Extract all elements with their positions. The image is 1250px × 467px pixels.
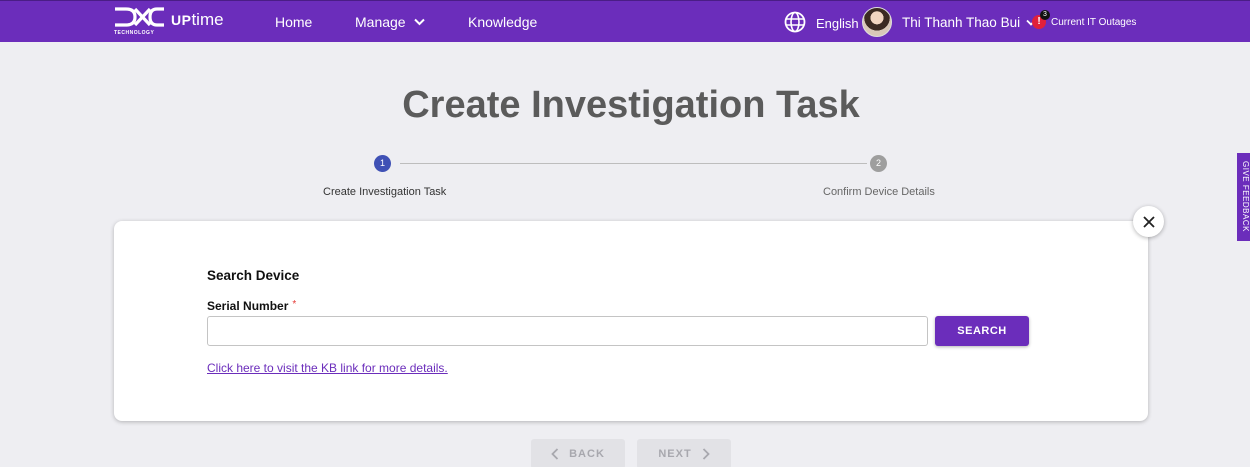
alert-count-badge: 3 (1040, 10, 1050, 20)
user-name: Thi Thanh Thao Bui (902, 15, 1021, 30)
chevron-right-icon (702, 448, 710, 460)
app-name: UPtime (171, 10, 224, 30)
stepper-connector (400, 163, 867, 164)
step-1-indicator: 1 (374, 155, 391, 172)
give-feedback-tab[interactable]: GIVE FEEDBACK (1237, 153, 1250, 241)
serial-number-input[interactable] (207, 316, 928, 346)
nav-knowledge[interactable]: Knowledge (468, 14, 537, 30)
chevron-down-icon (413, 18, 425, 26)
globe-icon[interactable] (784, 11, 806, 33)
nav-home[interactable]: Home (275, 14, 312, 30)
page-title: Create Investigation Task (402, 84, 860, 126)
chevron-left-icon (551, 448, 559, 460)
back-button[interactable]: BACK (531, 439, 625, 467)
top-navigation-bar: TECHNOLOGY UPtime Home Manage Knowledge … (0, 0, 1250, 42)
dxc-logo-icon (115, 7, 164, 27)
app-name-bold: UP (171, 12, 192, 28)
logo-subtitle: TECHNOLOGY (114, 30, 155, 36)
brand-logo[interactable]: TECHNOLOGY UPtime (113, 7, 224, 36)
language-selector[interactable]: English (816, 16, 859, 31)
section-title: Search Device (207, 268, 300, 283)
current-it-outages-link[interactable]: Current IT Outages (1051, 17, 1136, 28)
close-icon (1142, 215, 1155, 228)
step-2-label: Confirm Device Details (823, 186, 935, 198)
step-1-label: Create Investigation Task (323, 186, 447, 198)
close-button[interactable] (1133, 206, 1164, 237)
nav-manage[interactable]: Manage (355, 14, 425, 30)
serial-number-label: Serial Number * (207, 299, 296, 313)
user-avatar[interactable] (862, 7, 892, 37)
search-button[interactable]: SEARCH (935, 316, 1029, 346)
app-name-rest: time (191, 10, 224, 29)
next-button-label: NEXT (658, 448, 692, 460)
nav-manage-label: Manage (355, 14, 406, 30)
user-menu[interactable]: Thi Thanh Thao Bui (902, 15, 1036, 30)
kb-link[interactable]: Click here to visit the KB link for more… (207, 361, 448, 375)
required-marker: * (292, 299, 297, 310)
next-button[interactable]: NEXT (637, 439, 731, 467)
back-button-label: BACK (569, 448, 605, 460)
serial-number-label-text: Serial Number (207, 299, 289, 313)
step-2-indicator: 2 (870, 155, 887, 172)
